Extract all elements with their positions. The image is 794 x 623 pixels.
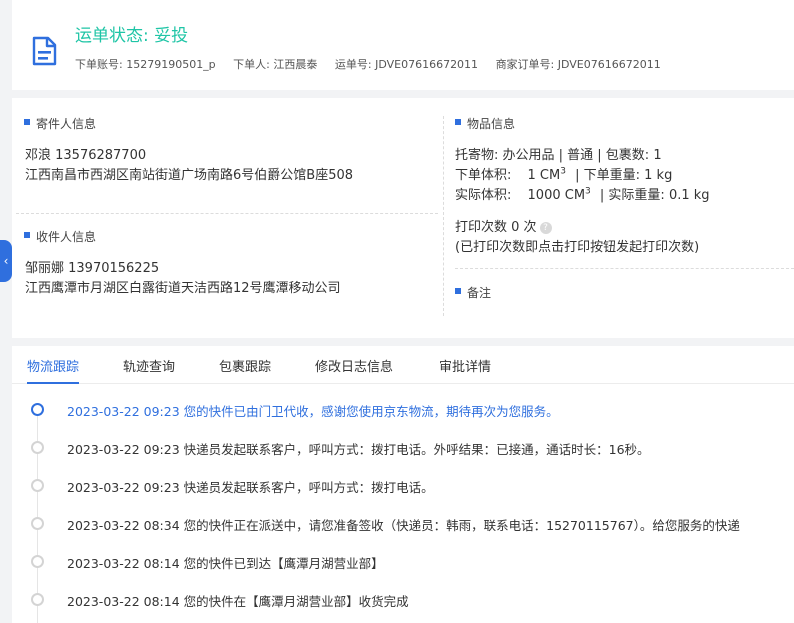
timeline-dot: [31, 555, 44, 568]
tracking-tabs: 物流跟踪 轨迹查询 包裹跟踪 修改日志信息 审批详情: [12, 346, 794, 384]
timeline-dot: [31, 593, 44, 606]
tracking-panel: 物流跟踪 轨迹查询 包裹跟踪 修改日志信息 审批详情 2023-03-22 09…: [12, 346, 794, 623]
collapse-toggle[interactable]: ‹: [0, 240, 12, 282]
receiver-address: 江西鹰潭市月湖区白露街道天洁西路12号鹰潭移动公司: [25, 281, 341, 296]
order-account: 下单账号: 15279190501_p: [75, 58, 216, 71]
waybill-number: 运单号: JDVE07616672011: [334, 58, 479, 71]
divider: [455, 268, 794, 269]
waybill-meta: 下单账号: 15279190501_p 下单人: 江西晨泰 运单号: JDVE0…: [75, 56, 675, 72]
document-icon: [32, 36, 57, 66]
info-panel: 寄件人信息 邓浪 13576287700 江西南昌市西湖区南站街道广场南路6号伯…: [12, 98, 794, 338]
sender-address: 江西南昌市西湖区南站街道广场南路6号伯爵公馆B座508: [25, 168, 354, 183]
print-count: 打印次数 0 次?: [455, 216, 552, 235]
waybill-status: 运单状态: 妥投: [75, 26, 189, 46]
receiver-name-phone: 邹丽娜 13970156225: [25, 261, 160, 276]
help-icon[interactable]: ?: [539, 222, 552, 234]
sender-section-title: 寄件人信息: [24, 115, 96, 132]
timeline-dot: [31, 479, 44, 492]
timeline-dot: [31, 441, 44, 454]
timeline-item: 2023-03-22 09:23 快递员发起联系客户，呼叫方式：拨打电话。外呼结…: [30, 438, 794, 458]
receiver-section-title: 收件人信息: [24, 228, 96, 245]
remark-section-title: 备注: [455, 284, 491, 301]
timeline-item: 2023-03-22 08:14 您的快件已到达【鹰潭月湖营业部】: [30, 552, 794, 572]
tab-approval-details[interactable]: 审批详情: [439, 356, 491, 384]
actual-volume-weight: 实际体积: 1000 CM3 | 实际重量: 0.1 kg: [455, 186, 710, 203]
timeline-dot: [31, 403, 44, 416]
sender-name-phone: 邓浪 13576287700: [25, 148, 147, 163]
tab-package-tracking[interactable]: 包裹跟踪: [219, 356, 271, 384]
divider: [443, 116, 444, 316]
timeline-item: 2023-03-22 08:14 您的快件在【鹰潭月湖营业部】收货完成: [30, 590, 794, 610]
timeline-item: 2023-03-22 09:23 快递员发起联系客户，呼叫方式：拨打电话。: [30, 476, 794, 496]
timeline-item: 2023-03-22 09:23 您的快件已由门卫代收，感谢您使用京东物流，期待…: [30, 400, 794, 420]
tab-logistics-tracking[interactable]: 物流跟踪: [27, 356, 80, 384]
merchant-order-number: 商家订单号: JDVE07616672011: [495, 58, 661, 71]
timeline-dot: [31, 517, 44, 530]
order-volume-weight: 下单体积: 1 CM3 | 下单重量: 1 kg: [455, 166, 673, 183]
divider: [16, 213, 438, 214]
goods-line: 托寄物: 办公用品 | 普通 | 包裹数: 1: [455, 148, 662, 163]
timeline-item: 2023-03-22 08:34 您的快件正在派送中，请您准备签收（快递员：韩雨…: [30, 514, 794, 534]
tab-change-log[interactable]: 修改日志信息: [315, 356, 393, 384]
print-hint: (已打印次数即点击打印按钮发起打印次数): [455, 240, 700, 255]
order-person: 下单人: 江西晨泰: [233, 58, 318, 71]
waybill-header: 运单状态: 妥投 下单账号: 15279190501_p 下单人: 江西晨泰 运…: [12, 0, 794, 90]
goods-section-title: 物品信息: [455, 115, 515, 132]
tab-route-query[interactable]: 轨迹查询: [123, 356, 175, 384]
